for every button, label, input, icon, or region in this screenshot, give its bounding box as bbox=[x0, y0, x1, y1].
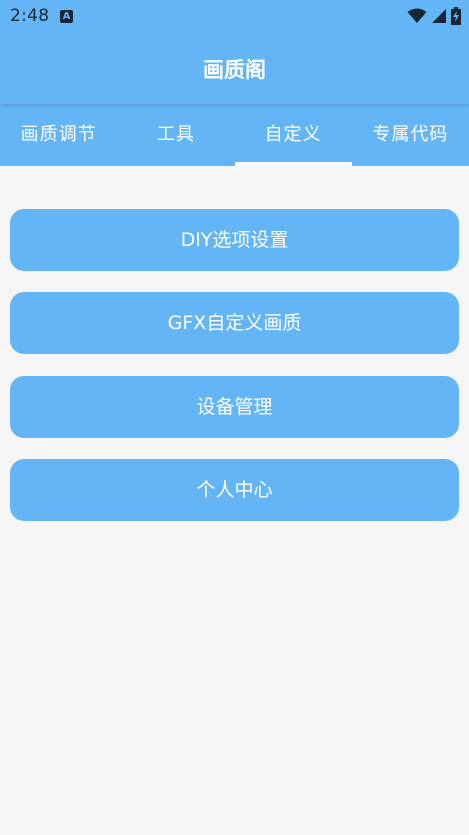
tab-tools[interactable]: 工具 bbox=[117, 104, 234, 166]
status-bar: 2:48 A bbox=[0, 0, 469, 36]
status-icons bbox=[407, 6, 461, 26]
app-title: 画质阁 bbox=[203, 58, 266, 82]
tab-exclusive-code[interactable]: 专属代码 bbox=[352, 104, 469, 166]
personal-center-button[interactable]: 个人中心 bbox=[10, 459, 459, 521]
tab-bar: 画质调节 工具 自定义 专属代码 bbox=[0, 104, 469, 166]
diy-options-button[interactable]: DIY选项设置 bbox=[10, 209, 459, 271]
tab-custom[interactable]: 自定义 bbox=[234, 104, 353, 166]
notification-icon: A bbox=[60, 10, 73, 23]
device-management-button[interactable]: 设备管理 bbox=[10, 376, 459, 438]
tab-quality-adjust[interactable]: 画质调节 bbox=[0, 104, 117, 166]
cell-signal-icon bbox=[432, 9, 446, 23]
app-bar: 画质阁 bbox=[0, 36, 469, 104]
status-time: 2:48 bbox=[10, 6, 50, 26]
content-area: DIY选项设置 GFX自定义画质 设备管理 个人中心 bbox=[0, 166, 469, 835]
wifi-icon bbox=[407, 8, 427, 23]
gfx-custom-quality-button[interactable]: GFX自定义画质 bbox=[10, 292, 459, 354]
battery-charging-icon bbox=[451, 7, 461, 25]
